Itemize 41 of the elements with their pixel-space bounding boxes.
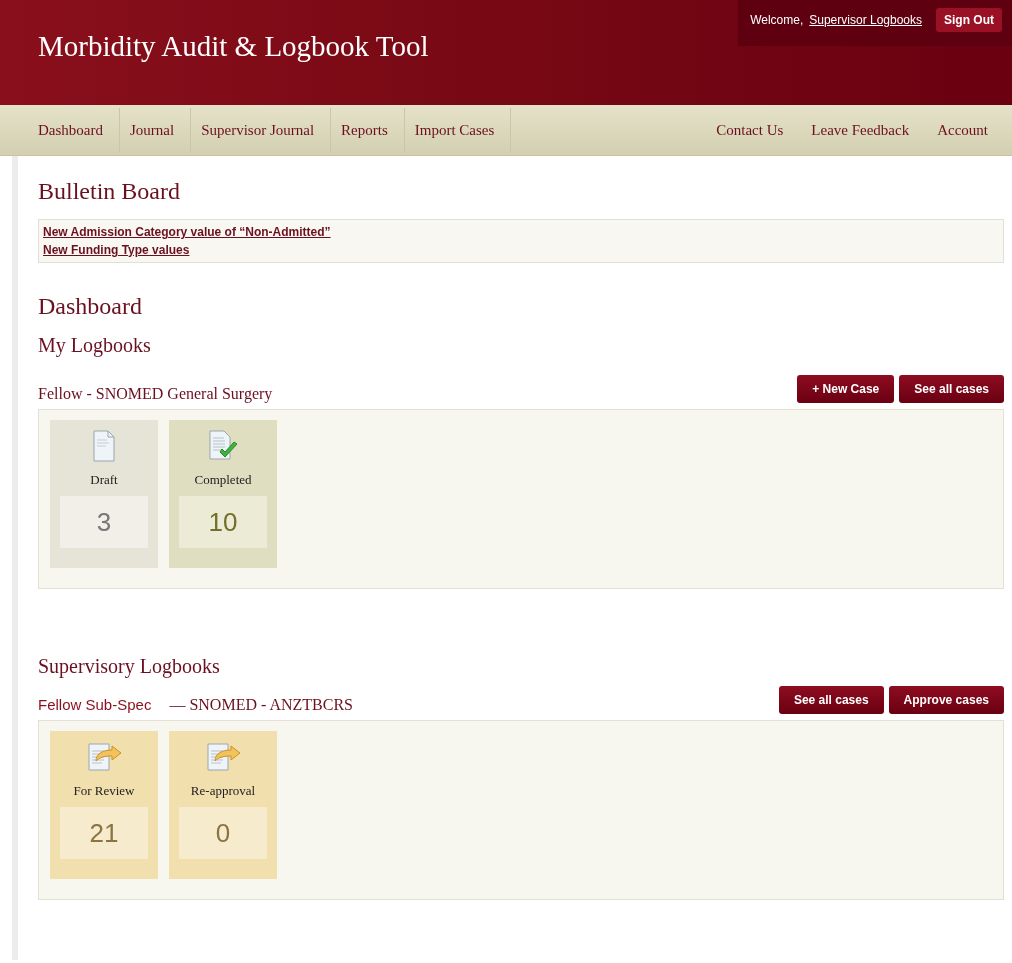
action-button[interactable]: Approve cases bbox=[888, 686, 1004, 714]
dashboard-title: Dashboard bbox=[38, 293, 143, 320]
app-title: Morbidity Audit & Logbook Tool bbox=[37, 29, 429, 63]
status-tile[interactable]: Re-approval 0 bbox=[169, 731, 277, 879]
tile-label: Re-approval bbox=[190, 783, 256, 799]
tile-count: 21 bbox=[60, 807, 148, 859]
tile-count: 10 bbox=[179, 496, 267, 548]
nav-link[interactable]: Account bbox=[923, 107, 1002, 153]
action-button[interactable]: See all cases bbox=[899, 375, 1004, 403]
status-tile[interactable]: Draft 3 bbox=[50, 420, 158, 568]
logbook-title: — SNOMED - ANZTBCRS bbox=[169, 696, 353, 714]
user-link[interactable]: Supervisor Logbooks bbox=[809, 13, 922, 27]
section-title: My Logbooks bbox=[38, 334, 152, 357]
nav-link[interactable]: Reports bbox=[331, 107, 405, 153]
tile-label: For Review bbox=[73, 783, 135, 799]
nav-link[interactable]: Leave Feedback bbox=[797, 107, 924, 153]
nav-link[interactable]: Supervisor Journal bbox=[191, 107, 332, 153]
tile-label: Completed bbox=[194, 472, 252, 488]
welcome-text: Welcome, bbox=[750, 13, 804, 27]
sign-out-button[interactable]: Sign Out bbox=[936, 8, 1002, 32]
bulletin-title: Bulletin Board bbox=[38, 178, 181, 205]
action-button[interactable]: + New Case bbox=[797, 375, 895, 403]
status-tile[interactable]: Completed 10 bbox=[169, 420, 277, 568]
nav-link[interactable]: Dashboard bbox=[28, 107, 120, 153]
action-button[interactable]: See all cases bbox=[778, 686, 884, 714]
status-tile[interactable]: For Review 21 bbox=[50, 731, 158, 879]
logbook-role: Fellow Sub-Spec bbox=[38, 696, 152, 713]
section-title: Supervisory Logbooks bbox=[38, 655, 221, 678]
document-arrow-icon bbox=[86, 741, 122, 773]
nav-link[interactable]: Contact Us bbox=[702, 107, 798, 153]
document-check-icon bbox=[207, 430, 239, 462]
document-arrow-icon bbox=[205, 741, 241, 773]
nav-link[interactable]: Import Cases bbox=[404, 107, 512, 153]
logbook-title: Fellow - SNOMED General Surgery bbox=[38, 385, 273, 403]
tile-count: 3 bbox=[60, 496, 148, 548]
tile-label: Draft bbox=[90, 472, 118, 488]
document-icon bbox=[93, 430, 115, 462]
tile-count: 0 bbox=[179, 807, 267, 859]
bulletin-link[interactable]: New Admission Category value of “Non-Admitted” bbox=[43, 223, 331, 241]
nav-link[interactable]: Journal bbox=[120, 107, 192, 153]
bulletin-link[interactable]: New Funding Type values bbox=[43, 241, 190, 259]
